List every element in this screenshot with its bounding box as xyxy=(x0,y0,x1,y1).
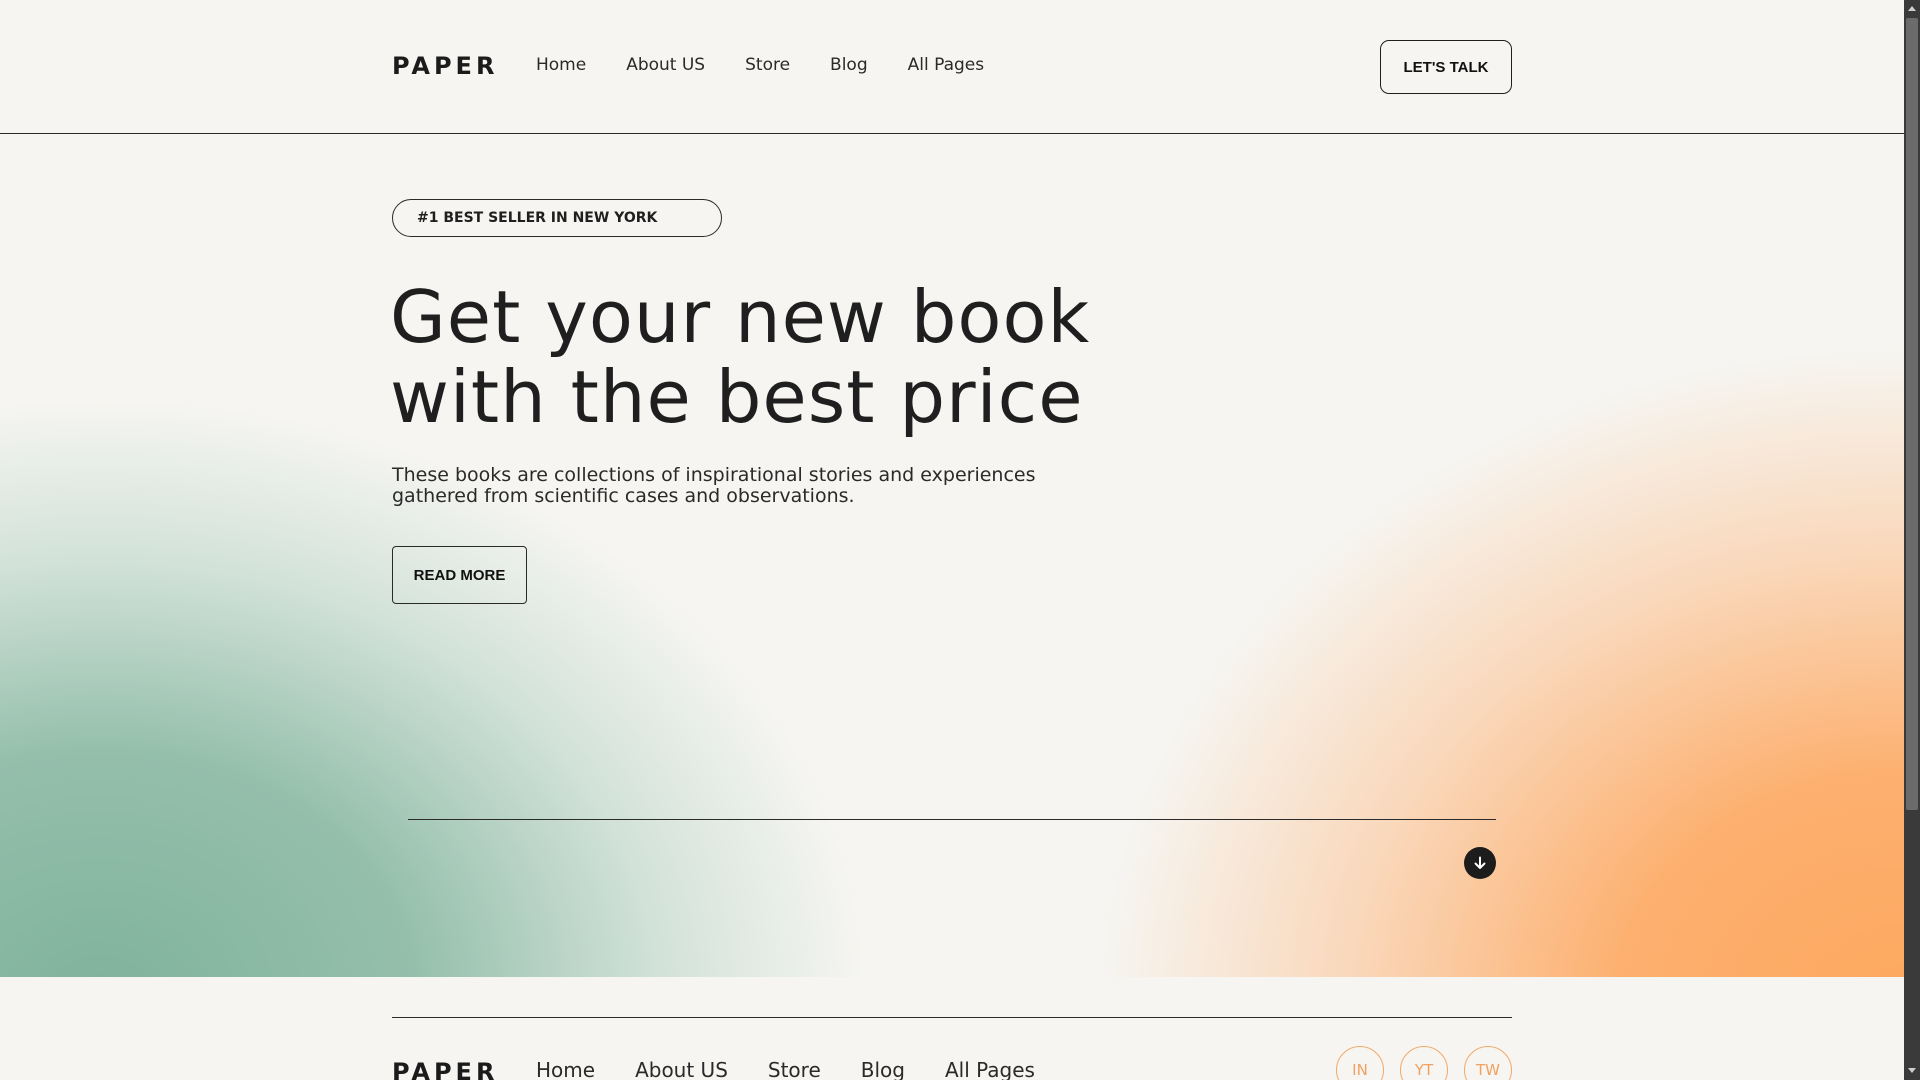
read-more-button[interactable]: READ MORE xyxy=(392,546,527,604)
hero-headline: Get your new book with the best price xyxy=(390,277,1210,437)
social-link-twitter[interactable]: TW xyxy=(1464,1046,1512,1080)
footer-nav-item-blog[interactable]: Blog xyxy=(861,1058,905,1080)
scroll-up-arrow-icon[interactable] xyxy=(1908,6,1916,11)
nav-item-store[interactable]: Store xyxy=(745,55,790,75)
best-seller-badge: #1 BEST SELLER IN NEW YORK xyxy=(392,199,722,237)
social-link-youtube[interactable]: YT xyxy=(1400,1046,1448,1080)
footer-nav: Home About US Store Blog All Pages xyxy=(536,1058,1035,1080)
subtext-line-2: gathered from scientific cases and obser… xyxy=(392,485,855,507)
footer-divider xyxy=(392,1017,1512,1018)
site-header: PAPER Home About US Store Blog All Pages… xyxy=(0,0,1904,134)
logo[interactable]: PAPER xyxy=(392,52,498,80)
footer-nav-item-store[interactable]: Store xyxy=(768,1058,821,1080)
subtext-line-1: These books are collections of inspirati… xyxy=(392,464,1036,486)
main-nav: Home About US Store Blog All Pages xyxy=(536,55,984,75)
arrow-down-icon xyxy=(1474,856,1486,869)
hero-section: #1 BEST SELLER IN NEW YORK Get your new … xyxy=(0,135,1904,977)
nav-item-all-pages[interactable]: All Pages xyxy=(908,55,985,75)
nav-item-blog[interactable]: Blog xyxy=(830,55,868,75)
headline-line-2: with the best price xyxy=(390,355,1084,439)
footer-nav-item-all-pages[interactable]: All Pages xyxy=(945,1058,1035,1080)
social-link-instagram[interactable]: IN xyxy=(1336,1046,1384,1080)
page-scrollbar[interactable] xyxy=(1904,0,1920,1080)
footer-nav-item-home[interactable]: Home xyxy=(536,1058,595,1080)
nav-item-about-us[interactable]: About US xyxy=(626,55,705,75)
headline-line-1: Get your new book xyxy=(390,275,1091,359)
footer-nav-item-about-us[interactable]: About US xyxy=(635,1058,728,1080)
scroll-down-button[interactable] xyxy=(1464,847,1496,879)
lets-talk-button[interactable]: LET'S TALK xyxy=(1380,40,1512,94)
hero-divider xyxy=(408,819,1496,820)
nav-item-home[interactable]: Home xyxy=(536,55,586,75)
scrollbar-thumb[interactable] xyxy=(1906,18,1918,810)
footer-logo[interactable]: PAPER xyxy=(392,1058,498,1080)
hero-gradient-background xyxy=(0,135,1904,977)
hero-subtext: These books are collections of inspirati… xyxy=(392,465,1092,507)
scroll-down-arrow-icon[interactable] xyxy=(1908,1068,1916,1073)
social-links: IN YT TW xyxy=(1336,1046,1512,1080)
